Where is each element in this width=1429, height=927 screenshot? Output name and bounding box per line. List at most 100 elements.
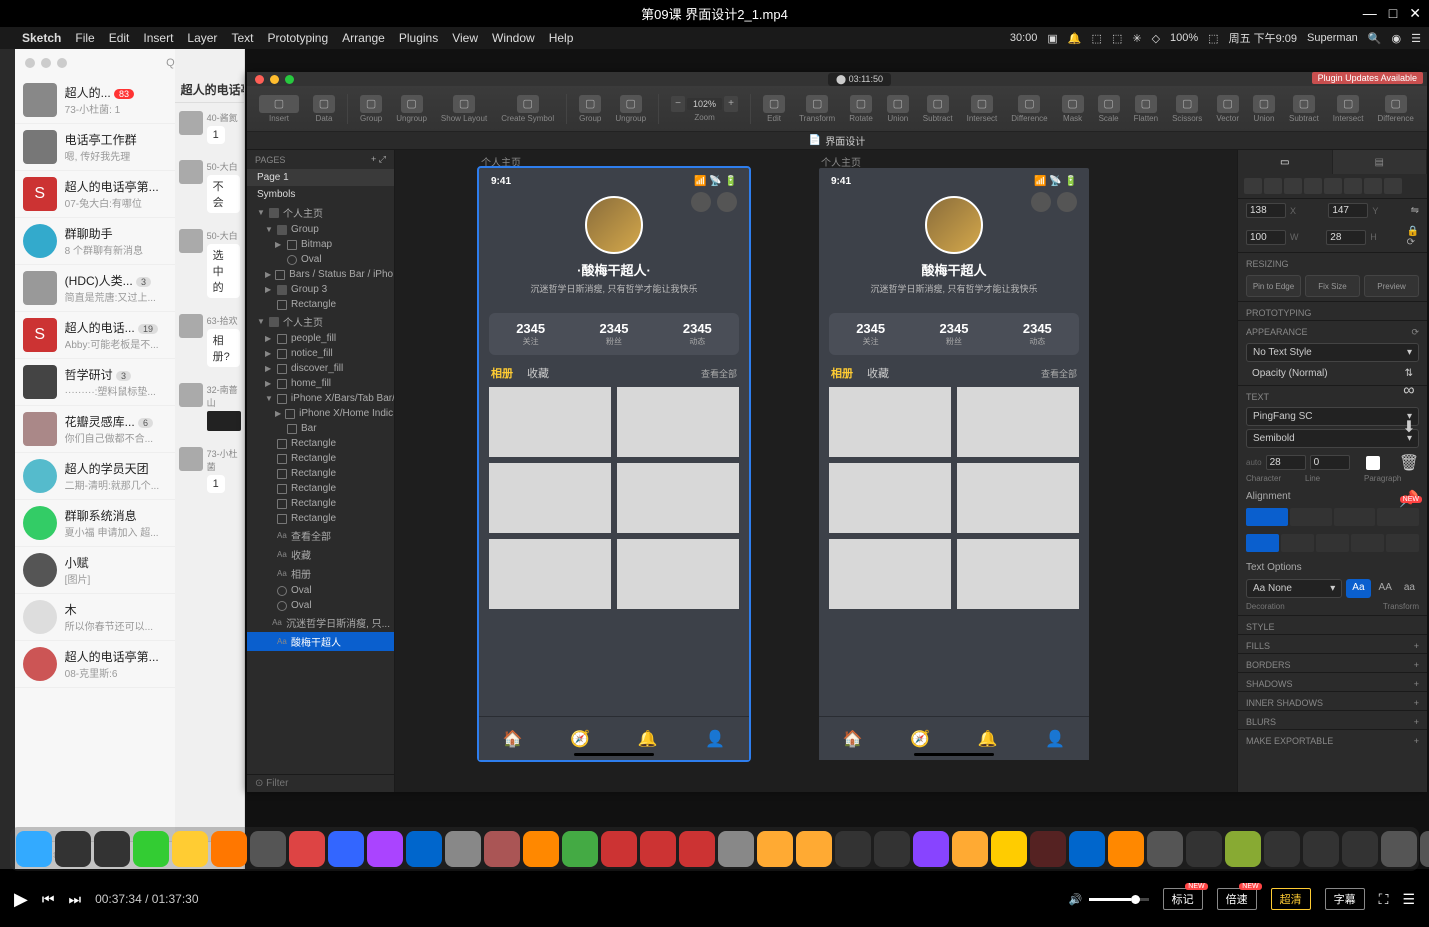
align-left-button[interactable] <box>1244 178 1262 194</box>
inner-shadows-header[interactable]: Inner Shadows+ <box>1238 691 1427 710</box>
distribute-h-button[interactable] <box>1364 178 1382 194</box>
dock-app[interactable] <box>601 831 637 867</box>
menubar-icon[interactable]: ⬚ <box>1112 32 1122 45</box>
layer-node[interactable]: ▶discover_fill <box>247 361 394 376</box>
fullscreen-button[interactable]: ⛶ <box>1379 891 1389 908</box>
lock-icon[interactable]: 🔒 ⟳ <box>1407 226 1419 248</box>
toolbar-data[interactable]: ▢Data <box>307 93 341 125</box>
preview-button[interactable]: Preview <box>1364 275 1419 297</box>
zoom-dot[interactable] <box>285 75 294 84</box>
menu-edit[interactable]: Edit <box>109 31 130 45</box>
toolbar-ungroup[interactable]: ▢Ungroup <box>390 93 433 125</box>
download-icon[interactable]: ⬇ <box>1398 416 1420 438</box>
layer-node[interactable]: ▶home_fill <box>247 376 394 391</box>
menubar-user[interactable]: Superman <box>1307 32 1358 44</box>
inspector-tab-design[interactable]: ▭ <box>1238 150 1333 174</box>
menu-arrange[interactable]: Arrange <box>342 31 385 45</box>
layer-node[interactable]: Aa酸梅干超人 <box>247 632 394 651</box>
next-button[interactable]: ⏭ <box>68 891 81 908</box>
toolbar-show-layout[interactable]: ▢Show Layout <box>435 93 493 125</box>
dock-app[interactable] <box>328 831 364 867</box>
menu-help[interactable]: Help <box>549 31 574 45</box>
align-bottom-button[interactable] <box>1344 178 1362 194</box>
close-button[interactable]: ✕ <box>1409 5 1421 22</box>
toolbar-intersect[interactable]: ▢Intersect <box>1327 93 1370 125</box>
toolbar-ungroup[interactable]: ▢Ungroup <box>609 93 652 125</box>
chat-item[interactable]: 超人的学员天团 二期-清明:就那几个... <box>15 453 175 500</box>
canvas[interactable]: 个人主页 9:41📶 📡 🔋 ·酸梅干超人· 沉迷哲学日斯消瘦, 只有哲学才能让… <box>395 150 1237 792</box>
text-align-left[interactable] <box>1246 508 1288 526</box>
text-valign-top[interactable] <box>1246 534 1279 552</box>
dock-app[interactable] <box>640 831 676 867</box>
toolbar-rotate[interactable]: ▢Rotate <box>843 93 879 125</box>
speed-button[interactable]: 倍速NEW <box>1217 888 1257 910</box>
x-input[interactable] <box>1246 203 1286 218</box>
chat-item[interactable]: 群聊系统消息 夏小福 申请加入 超... <box>15 500 175 547</box>
page-item[interactable]: Page 1 <box>247 169 394 186</box>
add-page-button[interactable]: + ⤢ <box>371 154 386 165</box>
layer-node[interactable]: Bar <box>247 421 394 436</box>
minimize-button[interactable]: — <box>1363 5 1377 22</box>
align-top-button[interactable] <box>1304 178 1322 194</box>
layer-node[interactable]: Aa沉迷哲学日斯消瘦, 只... <box>247 613 394 632</box>
delete-icon[interactable]: 🗑 <box>1398 452 1420 474</box>
menu-plugins[interactable]: Plugins <box>399 31 438 45</box>
toolbar-group[interactable]: ▢Group <box>354 93 388 125</box>
toolbar-difference[interactable]: ▢Difference <box>1005 93 1053 125</box>
dock-app[interactable] <box>55 831 91 867</box>
layer-node[interactable]: ▼个人主页 <box>247 203 394 222</box>
toolbar-vector[interactable]: ▢Vector <box>1210 93 1245 125</box>
artboard-1[interactable]: 9:41📶 📡 🔋 ·酸梅干超人· 沉迷哲学日斯消瘦, 只有哲学才能让我快乐 2… <box>479 168 749 760</box>
dock-app[interactable] <box>484 831 520 867</box>
w-input[interactable] <box>1246 230 1286 245</box>
dock-app[interactable] <box>250 831 286 867</box>
toolbar-mask[interactable]: ▢Mask <box>1056 93 1090 125</box>
layer-node[interactable]: ▶iPhone X/Home Indic... <box>247 406 394 421</box>
chat-item[interactable]: 超人的电话亭第... 08-克里斯:6 <box>15 641 175 688</box>
dock-app[interactable] <box>367 831 403 867</box>
dock-app[interactable] <box>874 831 910 867</box>
text-valign-middle[interactable] <box>1281 534 1314 552</box>
dock-app[interactable] <box>1342 831 1378 867</box>
artboard-2[interactable]: 9:41📶 📡 🔋 酸梅干超人 沉迷哲学日斯消瘦, 只有哲学才能让我快乐 234… <box>819 168 1089 760</box>
menubar-icon[interactable]: ⬚ <box>1092 32 1102 45</box>
layer-node[interactable]: Oval <box>247 252 394 267</box>
toolbar-edit[interactable]: ▢Edit <box>757 93 791 125</box>
chat-item[interactable]: 超人的... 8373-小杜菌: 1 <box>15 77 175 124</box>
dock-app[interactable] <box>679 831 715 867</box>
fills-header[interactable]: Fills+ <box>1238 634 1427 653</box>
chat-item[interactable]: 电话亭工作群 嗯, 传好我先理 <box>15 124 175 171</box>
layer-node[interactable]: ▶people_fill <box>247 331 394 346</box>
menubar-icon[interactable]: 🔔 <box>1068 32 1082 45</box>
layer-node[interactable]: Aa查看全部 <box>247 526 394 545</box>
chat-item[interactable]: S 超人的电话亭第... 07-兔大白:有哪位 <box>15 171 175 218</box>
dock-app[interactable] <box>1303 831 1339 867</box>
dock-app[interactable] <box>406 831 442 867</box>
toolbar-insert[interactable]: ▢Insert <box>253 93 305 125</box>
dock-app[interactable] <box>913 831 949 867</box>
line-input[interactable] <box>1310 455 1350 470</box>
wifi-icon[interactable]: ◇ <box>1152 32 1160 45</box>
siri-icon[interactable]: ◉ <box>1392 32 1402 45</box>
h-input[interactable] <box>1326 230 1366 245</box>
layer-node[interactable]: Rectangle <box>247 511 394 526</box>
blurs-header[interactable]: Blurs+ <box>1238 710 1427 729</box>
dock-app[interactable] <box>562 831 598 867</box>
align-middle-button[interactable] <box>1324 178 1342 194</box>
page-item[interactable]: Symbols <box>247 186 394 203</box>
artboard-label[interactable]: 个人主页 <box>481 154 521 169</box>
text-style-select[interactable]: No Text Style▾ <box>1246 343 1419 362</box>
chat-item[interactable]: 哲学研讨 3·········:塑料鼠标垫... <box>15 359 175 406</box>
toolbar-subtract[interactable]: ▢Subtract <box>1283 93 1325 125</box>
layer-node[interactable]: Rectangle <box>247 496 394 511</box>
align-right-button[interactable] <box>1284 178 1302 194</box>
play-button[interactable]: ▶ <box>14 889 28 910</box>
toolbar-union[interactable]: ▢Union <box>1247 93 1281 125</box>
toolbar-subtract[interactable]: ▢Subtract <box>917 93 959 125</box>
layer-node[interactable]: Rectangle <box>247 466 394 481</box>
layer-node[interactable]: Rectangle <box>247 451 394 466</box>
artboard-label[interactable]: 个人主页 <box>821 154 861 169</box>
dock-app[interactable] <box>1264 831 1300 867</box>
chat-item[interactable]: 群聊助手 8 个群聊有新消息 <box>15 218 175 265</box>
aa-variant[interactable]: aa <box>1400 579 1419 598</box>
